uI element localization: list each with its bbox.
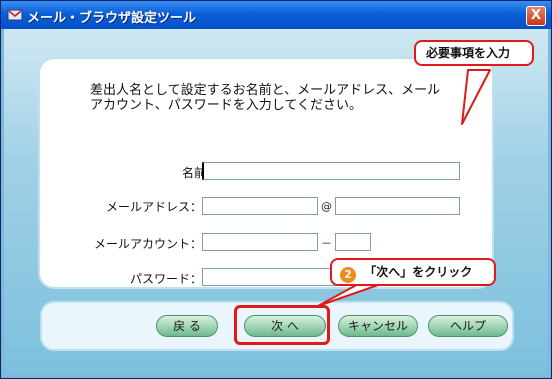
required-fields-callout: 必要事項を入力 xyxy=(414,40,534,66)
click-next-callout-text: 「次へ」をクリック xyxy=(364,265,473,279)
required-callout-text: 必要事項を入力 xyxy=(426,46,511,60)
step-number-badge: 2 xyxy=(340,267,356,283)
next-callout-pointer xyxy=(317,282,385,307)
required-callout-pointer xyxy=(461,69,491,125)
click-next-callout: 2 「次へ」をクリック xyxy=(330,258,496,286)
next-button-highlight xyxy=(234,305,330,345)
